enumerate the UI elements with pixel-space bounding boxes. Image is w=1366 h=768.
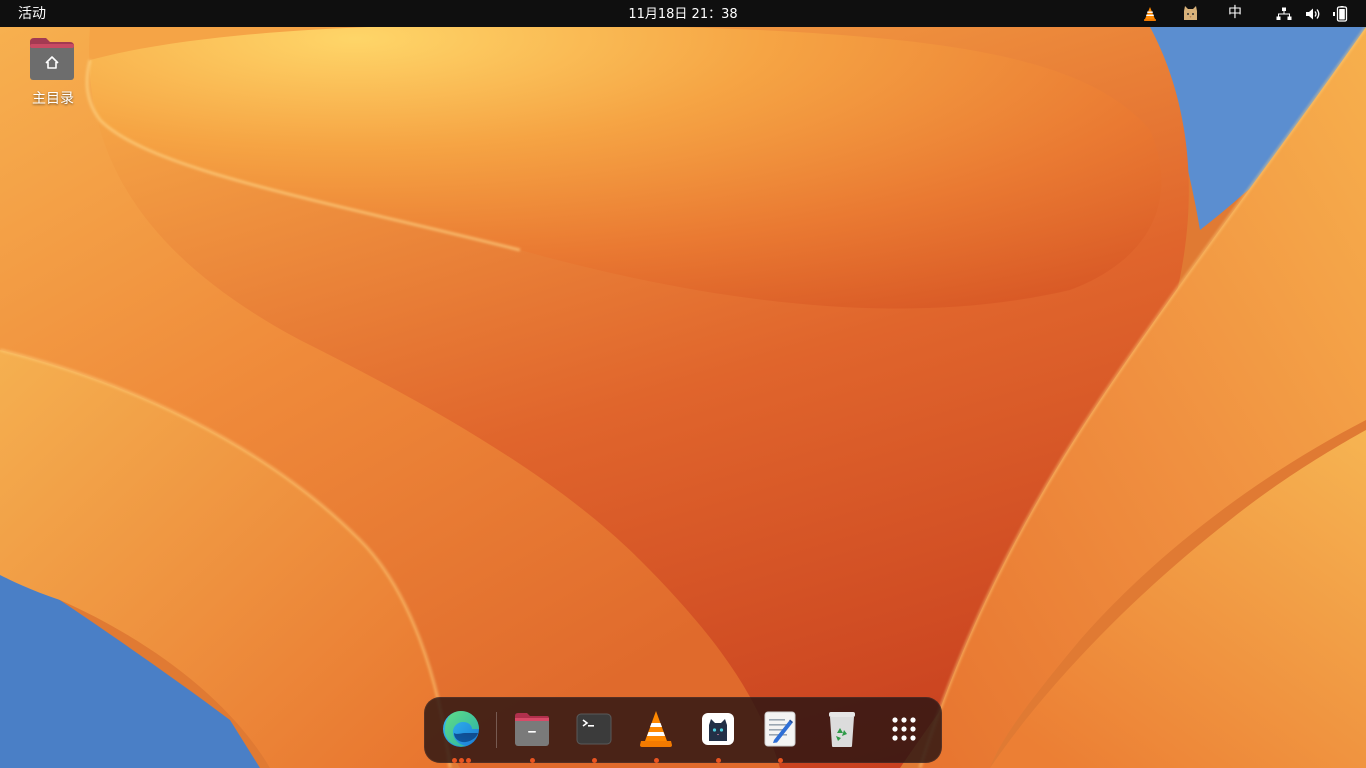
dock-item-vlc[interactable] [632, 705, 680, 763]
dock-item-microsoft-edge[interactable] [437, 705, 485, 763]
top-bar: 活动 11月18日 21：38 中 [0, 0, 1366, 27]
dock-item-trash[interactable] [818, 705, 866, 763]
volume-icon [1306, 8, 1320, 19]
dock-item-text-editor[interactable] [756, 705, 804, 763]
input-method-indicator[interactable]: 中 [1224, 0, 1246, 27]
vlc-icon [1144, 6, 1156, 21]
edge-icon [443, 711, 479, 747]
network-icon [1276, 7, 1292, 20]
app-grid-icon [892, 717, 916, 741]
cat-app-icon [702, 713, 734, 745]
running-indicator [508, 758, 556, 764]
dock-item-terminal[interactable] [570, 705, 618, 763]
running-indicator [437, 758, 485, 764]
text-editor-icon [764, 711, 796, 747]
dock-separator [496, 712, 497, 748]
clock-area: 11月18日 21：38 [0, 0, 1366, 27]
home-folder-icon [30, 38, 74, 80]
clock-datetime[interactable]: 11月18日 21：38 [628, 7, 737, 22]
running-indicator [570, 758, 618, 764]
vlc-tray-icon[interactable] [1140, 0, 1160, 27]
battery-icon [1333, 5, 1348, 22]
volume-tray-icon[interactable] [1303, 0, 1323, 27]
dock-item-files[interactable] [508, 705, 556, 763]
show-applications-button[interactable] [880, 705, 928, 763]
cat-tray-icon[interactable] [1180, 0, 1200, 27]
battery-tray-icon[interactable] [1330, 0, 1350, 27]
running-indicator [694, 758, 742, 764]
desktop-icon-home[interactable]: 主目录 [22, 34, 84, 112]
files-icon [515, 713, 549, 746]
network-tray-icon[interactable] [1274, 0, 1294, 27]
desktop-wallpaper [0, 0, 1366, 768]
trash-icon [829, 712, 855, 747]
activities-button[interactable]: 活动 [18, 0, 46, 27]
terminal-icon [576, 713, 612, 745]
running-indicator [632, 758, 680, 764]
running-indicator [756, 758, 804, 764]
dock-item-cat-app[interactable] [694, 705, 742, 763]
running-indicator [818, 758, 866, 764]
cat-icon [1183, 6, 1197, 20]
dock [424, 697, 942, 763]
desktop-icon-label: 主目录 [32, 91, 74, 107]
vlc-icon [640, 711, 672, 747]
